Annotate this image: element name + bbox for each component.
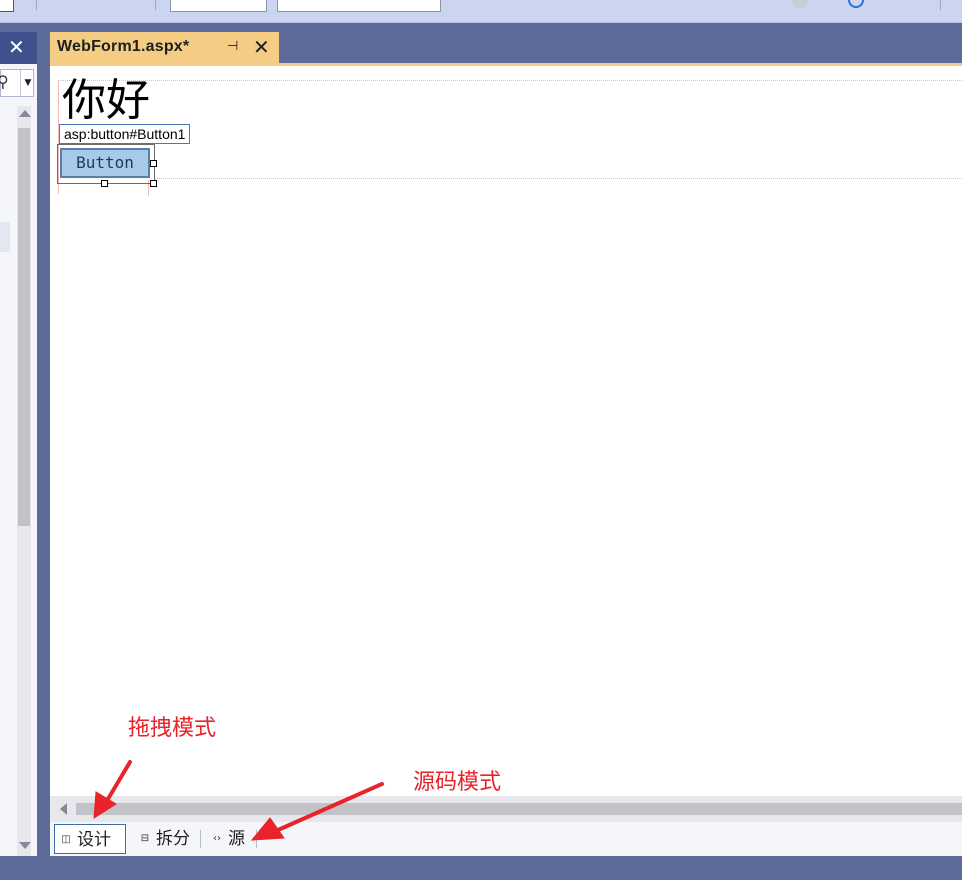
toolbar-icon[interactable] <box>848 0 864 8</box>
source-view-icon: ‹› <box>213 833 221 844</box>
toolbar <box>0 0 962 23</box>
close-icon[interactable]: ✕ <box>253 35 270 59</box>
left-panel-item[interactable] <box>0 222 10 252</box>
selected-tag-label: asp:button#Button1 <box>59 124 191 144</box>
annotation-drag-mode: 拖拽模式 <box>128 716 217 741</box>
toolbar-dropdown[interactable] <box>277 0 441 12</box>
div-boundary <box>58 80 962 81</box>
left-panel-header: ✕ <box>0 32 37 64</box>
panel-divider[interactable] <box>37 32 50 856</box>
scroll-down-icon[interactable] <box>19 842 31 849</box>
left-panel: ⚲ ▼ <box>0 64 37 858</box>
toolbar-separator <box>36 0 37 10</box>
div-boundary <box>154 178 962 179</box>
status-strip <box>0 856 962 880</box>
split-view-icon: ⊟ <box>140 833 150 844</box>
toolbar-icon[interactable] <box>792 0 808 8</box>
tab-design-view[interactable]: ◫ 设计 <box>54 824 126 854</box>
chevron-down-icon[interactable]: ▼ <box>20 70 35 96</box>
toolbar-separator <box>155 0 156 10</box>
left-search-box[interactable]: ⚲ ▼ <box>0 69 34 97</box>
tab-source-view[interactable]: ‹› 源 <box>206 824 266 854</box>
toolbar-icon[interactable] <box>0 0 14 12</box>
tab-separator <box>256 830 257 848</box>
tab-separator <box>200 830 201 848</box>
view-mode-bar: ◫ 设计 ⊟ 拆分 ‹› 源 <box>50 822 962 856</box>
design-surface[interactable]: 你好 asp:button#Button1 Button <box>50 66 962 796</box>
page-heading[interactable]: 你好 <box>62 72 150 130</box>
tab-label: 拆分 <box>156 829 190 849</box>
tab-label: 设计 <box>77 830 111 850</box>
tab-label: 源 <box>228 829 245 849</box>
scroll-up-icon[interactable] <box>19 110 31 117</box>
asp-button-control[interactable]: Button <box>60 148 150 178</box>
scrollbar-thumb[interactable] <box>18 128 30 526</box>
resize-handle[interactable] <box>150 160 157 167</box>
pin-icon[interactable]: ⊣ <box>227 39 238 54</box>
annotation-source-mode: 源码模式 <box>413 770 502 795</box>
design-view-icon: ◫ <box>61 834 71 845</box>
tab-split-view[interactable]: ⊟ 拆分 <box>134 824 204 854</box>
vertical-scrollbar[interactable] <box>17 106 31 858</box>
scroll-left-icon[interactable] <box>60 803 67 815</box>
scrollbar-thumb[interactable] <box>76 803 962 815</box>
toolbar-dropdown[interactable] <box>170 0 267 12</box>
tab-title: WebForm1.aspx* <box>57 38 190 55</box>
tab-webform1[interactable]: WebForm1.aspx* ⊣ ✕ <box>50 32 279 63</box>
close-icon[interactable]: ✕ <box>8 36 25 58</box>
toolbar-separator <box>940 0 941 10</box>
resize-handle[interactable] <box>101 180 108 187</box>
horizontal-scrollbar[interactable] <box>50 796 962 822</box>
search-icon[interactable]: ⚲ <box>0 72 9 91</box>
resize-handle[interactable] <box>150 180 157 187</box>
